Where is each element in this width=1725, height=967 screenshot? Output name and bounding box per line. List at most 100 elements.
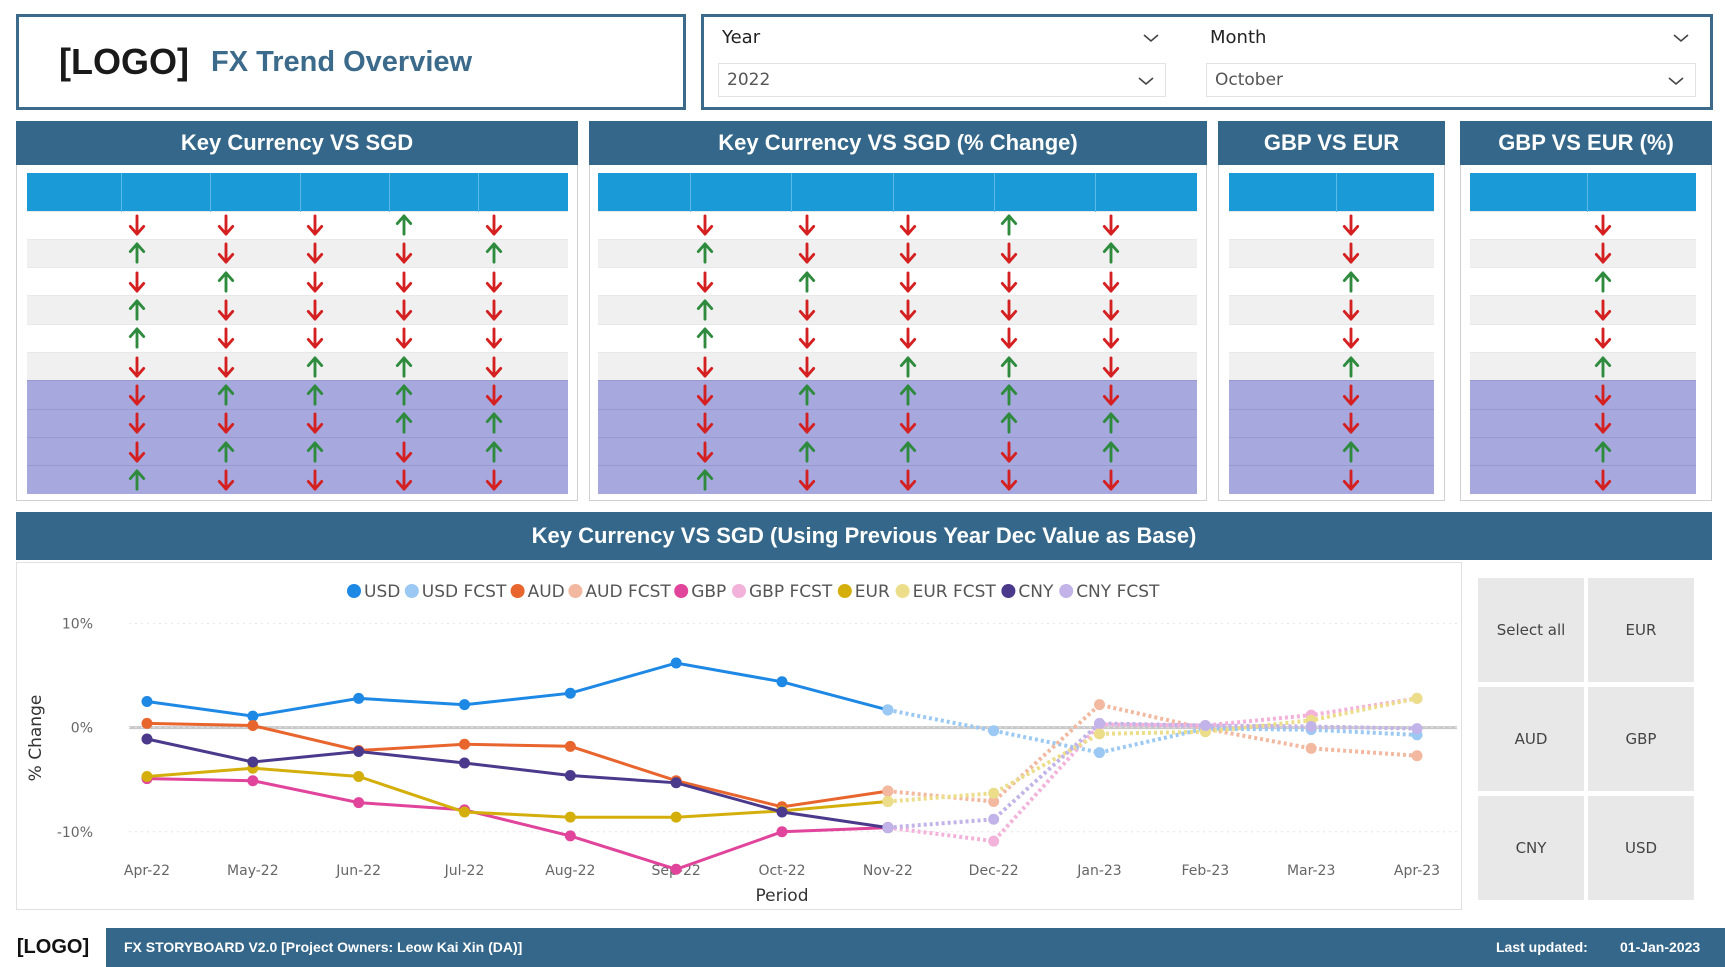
column-header[interactable] <box>1470 173 1588 211</box>
arrow-down-icon <box>485 469 502 491</box>
value-cell <box>300 210 390 240</box>
month-value: October <box>1215 70 1284 90</box>
column-header[interactable] <box>892 173 995 211</box>
period-cell <box>27 380 122 410</box>
column-header[interactable] <box>1229 173 1337 211</box>
arrow-down-icon <box>798 242 815 264</box>
arrow-down-icon <box>485 299 502 321</box>
value-cell <box>389 323 479 353</box>
column-header[interactable] <box>1587 173 1696 211</box>
table-header-row <box>27 173 568 211</box>
value-cell <box>791 436 894 466</box>
series-line-aud-fcst <box>887 702 1418 804</box>
table-row <box>27 238 568 268</box>
period-cell <box>1470 380 1588 410</box>
column-header[interactable] <box>299 173 390 211</box>
arrow-down-icon <box>1001 469 1018 491</box>
arrow-up-icon <box>798 271 815 293</box>
column-header[interactable] <box>1095 173 1197 211</box>
value-cell <box>994 380 1096 410</box>
value-cell <box>1587 238 1696 268</box>
value-cell <box>300 380 390 410</box>
value-cell <box>994 436 1096 466</box>
column-header[interactable] <box>598 173 691 211</box>
table-row <box>1470 465 1696 494</box>
chevron-down-icon[interactable] <box>1137 72 1155 90</box>
arrow-down-icon <box>1342 214 1360 236</box>
slicer-tile-aud[interactable]: AUD <box>1478 687 1584 791</box>
arrow-down-icon <box>128 271 145 293</box>
value-cell <box>690 380 792 410</box>
slicer-tile-eur[interactable]: EUR <box>1588 578 1694 682</box>
value-cell <box>791 323 894 353</box>
period-cell <box>598 436 691 466</box>
data-point-aud <box>247 720 259 731</box>
data-point-eur <box>670 811 682 823</box>
arrow-down-icon <box>899 271 917 293</box>
arrow-up-icon <box>307 356 324 378</box>
period-cell <box>598 323 691 353</box>
month-filter[interactable]: Month October <box>1192 21 1704 101</box>
column-header[interactable] <box>993 173 1096 211</box>
value-cell <box>1587 351 1696 381</box>
arrow-down-icon <box>1102 356 1119 378</box>
value-cell <box>1336 295 1434 325</box>
year-select[interactable]: 2022 <box>718 63 1166 97</box>
value-cell <box>893 436 995 466</box>
table-row <box>598 436 1197 466</box>
arrow-down-icon <box>396 242 413 264</box>
arrow-down-icon <box>1001 299 1018 321</box>
legend-marker <box>568 584 583 598</box>
legend-marker <box>895 584 910 598</box>
data-point-eur <box>353 771 365 783</box>
arrow-down-icon <box>1342 242 1360 264</box>
data-point-aud-fcst <box>1411 750 1423 762</box>
table-row <box>1229 210 1434 240</box>
y-tick-label: -10% <box>57 825 93 841</box>
x-tick-label: Nov-22 <box>863 863 913 879</box>
value-cell <box>791 408 894 438</box>
column-header[interactable] <box>689 173 792 211</box>
column-header[interactable] <box>27 173 122 211</box>
value-cell <box>300 323 390 353</box>
data-point-usd-fcst <box>882 704 894 716</box>
slicer-tile-select-all[interactable]: Select all <box>1478 578 1584 682</box>
value-cell <box>300 295 390 325</box>
chevron-down-icon[interactable] <box>1142 29 1160 47</box>
series-line-gbp <box>146 777 888 871</box>
period-cell <box>1470 210 1588 240</box>
value-cell <box>121 267 211 296</box>
month-select[interactable]: October <box>1206 63 1696 97</box>
arrow-up-icon <box>485 412 502 434</box>
value-cell <box>210 436 301 466</box>
arrow-down-icon <box>899 412 917 434</box>
slicer-tile-usd[interactable]: USD <box>1588 796 1694 900</box>
column-header[interactable] <box>388 173 479 211</box>
data-point-aud <box>459 738 470 750</box>
value-cell <box>478 210 568 240</box>
data-point-cny <box>141 733 153 745</box>
arrow-down-icon <box>798 469 815 491</box>
column-header[interactable] <box>791 173 894 211</box>
arrow-up-icon <box>1102 412 1119 434</box>
column-header[interactable] <box>1335 173 1434 211</box>
value-cell <box>893 238 995 268</box>
slicer-tile-gbp[interactable]: GBP <box>1588 687 1694 791</box>
legend-marker <box>347 584 361 598</box>
slicer-tile-cny[interactable]: CNY <box>1478 796 1584 900</box>
column-header[interactable] <box>121 173 211 211</box>
chevron-down-icon[interactable] <box>1672 29 1690 47</box>
table-row <box>1229 436 1434 466</box>
column-header[interactable] <box>478 173 568 211</box>
arrow-down-icon <box>1102 327 1119 349</box>
table-row <box>1229 351 1434 381</box>
arrow-up-icon <box>899 384 917 406</box>
chevron-down-icon[interactable] <box>1667 72 1685 90</box>
arrow-down-icon <box>697 440 714 463</box>
data-point-usd <box>247 710 259 722</box>
year-filter[interactable]: Year 2022 <box>704 21 1174 101</box>
value-cell <box>210 295 301 325</box>
column-header[interactable] <box>210 173 301 211</box>
value-cell <box>994 323 1096 353</box>
value-cell <box>121 408 211 438</box>
